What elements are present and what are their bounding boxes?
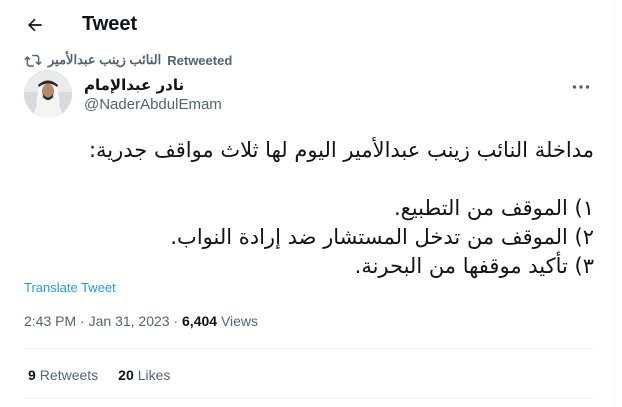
page-title: Tweet	[82, 13, 138, 35]
likes-count: 20	[118, 367, 134, 383]
meta-separator: ·	[169, 313, 183, 329]
tweet-date[interactable]: Jan 31, 2023	[89, 313, 170, 329]
likes-label: Likes	[137, 367, 171, 383]
column-divider	[614, 0, 615, 407]
avatar[interactable]	[24, 70, 72, 118]
tweet-line: ٢) الموقف من تدخل المستشار ضد إرادة النو…	[170, 225, 594, 249]
author-handle[interactable]: @NaderAbdulEmam	[84, 96, 222, 113]
engagement-stats: 9 Retweets 20 Likes	[28, 367, 170, 383]
retweets-count: 9	[28, 367, 36, 383]
retweets-stat[interactable]: 9 Retweets	[28, 367, 98, 383]
likes-stat[interactable]: 20 Likes	[118, 367, 170, 383]
page-header: Tweet	[0, 0, 614, 50]
author-block[interactable]: نادر عبدالإمام @NaderAbdulEmam	[84, 76, 222, 113]
views-count: 6,404	[182, 313, 218, 329]
retweet-context[interactable]: النائب زينب عبدالأمير Retweeted	[24, 50, 232, 70]
divider	[24, 398, 594, 399]
more-button[interactable]	[570, 80, 592, 94]
retweeted-label: Retweeted	[167, 52, 233, 68]
translate-tweet-link[interactable]: Translate Tweet	[24, 280, 116, 295]
tweet-detail-page: Tweet النائب زينب عبدالأمير Retweeted نا…	[0, 0, 622, 407]
tweet-line-gap	[24, 165, 594, 194]
views-label: Views	[217, 313, 259, 329]
tweet-meta: 2:43 PM · Jan 31, 2023 · 6,404 Views	[24, 313, 258, 329]
retweet-icon	[24, 52, 42, 68]
retweets-label: Retweets	[39, 367, 99, 383]
retweeter-name[interactable]: النائب زينب عبدالأمير	[48, 52, 161, 68]
author-name[interactable]: نادر عبدالإمام	[84, 76, 222, 94]
tweet-time[interactable]: 2:43 PM	[24, 313, 76, 329]
tweet-text: مداخلة النائب زينب عبدالأمير اليوم لها ث…	[24, 136, 594, 281]
meta-separator: ·	[76, 313, 89, 329]
more-icon	[572, 85, 590, 89]
back-button[interactable]	[22, 12, 48, 38]
divider	[24, 348, 594, 349]
tweet-line: ١) الموقف من التطبيع.	[393, 196, 594, 220]
tweet-line: مداخلة النائب زينب عبدالأمير اليوم لها ث…	[88, 138, 594, 162]
tweet-line: ٣) تأكيد موقفها من البحرنة.	[354, 254, 594, 278]
arrow-left-icon	[28, 18, 42, 32]
